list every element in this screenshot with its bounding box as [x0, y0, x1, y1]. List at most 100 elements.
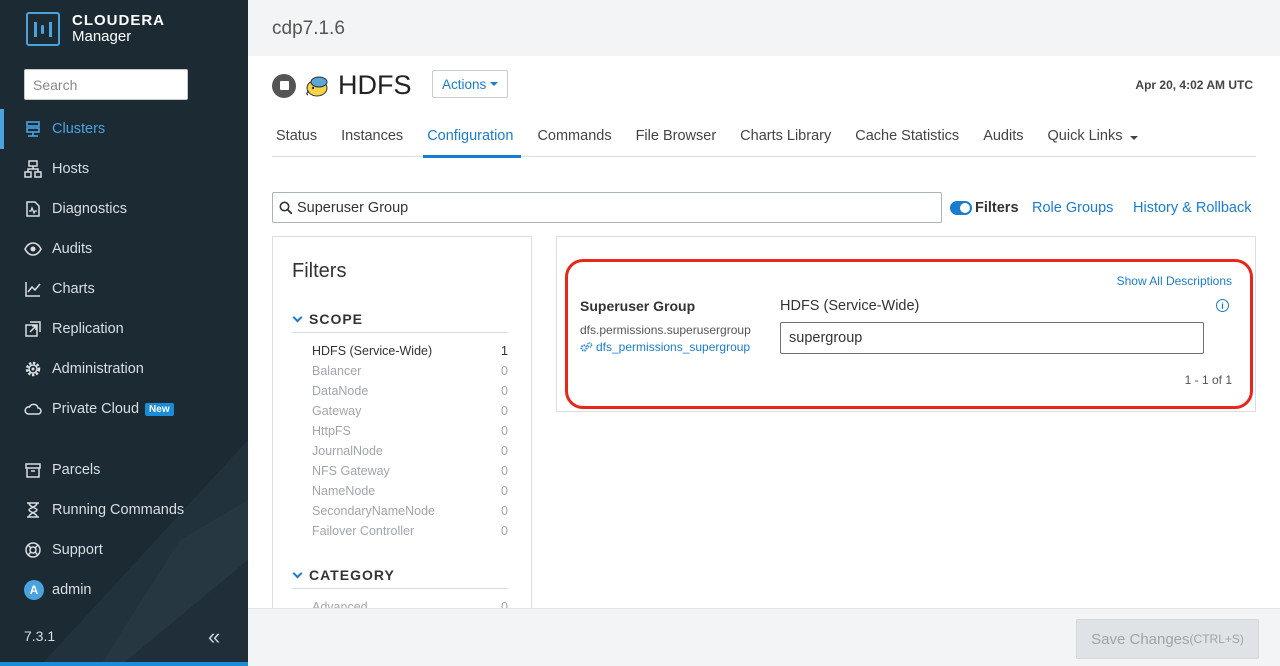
sidebar-accent-bar	[0, 662, 248, 666]
actions-dropdown-button[interactable]: Actions	[432, 70, 509, 98]
filter-label: Balancer	[312, 364, 362, 378]
sidebar-item-admin-user[interactable]: A admin	[0, 570, 248, 610]
filter-row-failover-controller[interactable]: Failover Controller 0	[312, 524, 508, 538]
filter-label: HttpFS	[312, 424, 351, 438]
info-icon[interactable]: i	[1216, 299, 1229, 312]
sidebar-item-support[interactable]: Support	[0, 530, 248, 570]
cluster-header: cdp7.1.6	[248, 0, 1280, 56]
tab-audits[interactable]: Audits	[979, 120, 1035, 157]
service-tabs: Status Instances Configuration Commands …	[272, 120, 1256, 158]
filter-label: Failover Controller	[312, 524, 415, 538]
tab-instances[interactable]: Instances	[337, 120, 415, 157]
filter-row-httpfs[interactable]: HttpFS 0	[312, 424, 508, 438]
config-search-input[interactable]	[297, 199, 917, 216]
property-name: Superuser Group	[580, 298, 696, 314]
filters-toggle[interactable]	[950, 201, 972, 215]
tab-status[interactable]: Status	[272, 120, 329, 157]
sidebar-item-running-commands[interactable]: Running Commands	[0, 490, 248, 530]
filter-row-gateway[interactable]: Gateway 0	[312, 404, 508, 418]
avatar: A	[24, 580, 44, 600]
tab-commands[interactable]: Commands	[533, 120, 623, 157]
sidebar: CLOUDERA Manager Clusters Hosts Diagnost…	[0, 0, 248, 666]
sidebar-item-diagnostics[interactable]: Diagnostics	[0, 189, 248, 229]
superuser-group-value-input[interactable]	[780, 322, 1204, 354]
filter-row-nfs-gateway[interactable]: NFS Gateway 0	[312, 464, 508, 478]
role-groups-link[interactable]: Role Groups	[1032, 200, 1113, 216]
filter-label: Gateway	[312, 404, 362, 418]
save-shortcut-hint: (CTRL+S)	[1189, 632, 1244, 646]
service-name: HDFS	[338, 70, 412, 100]
filters-toggle-label[interactable]: Filters	[975, 200, 1019, 216]
property-api-link[interactable]: dfs_permissions_supergroup	[580, 340, 750, 354]
tab-charts-library[interactable]: Charts Library	[736, 120, 843, 157]
filter-label: HDFS (Service-Wide)	[312, 344, 433, 358]
tab-cache-statistics[interactable]: Cache Statistics	[851, 120, 971, 157]
filter-count: 0	[501, 484, 508, 498]
filter-count: 0	[501, 424, 508, 438]
sidebar-item-label: Support	[52, 542, 103, 558]
sidebar-item-audits[interactable]: Audits	[0, 229, 248, 269]
sidebar-item-clusters[interactable]: Clusters	[0, 109, 248, 149]
filter-label: NFS Gateway	[312, 464, 390, 478]
sidebar-item-label: Charts	[52, 281, 95, 297]
support-icon	[24, 541, 42, 559]
save-changes-button[interactable]: Save Changes (CTRL+S)	[1076, 619, 1259, 659]
show-all-descriptions-link[interactable]: Show All Descriptions	[1117, 274, 1232, 288]
collapse-sidebar-icon[interactable]: «	[208, 624, 220, 650]
sidebar-item-charts[interactable]: Charts	[0, 269, 248, 309]
filters-panel: Filters SCOPE HDFS (Service-Wide) 1 Balan…	[272, 236, 532, 616]
filter-row-namenode[interactable]: NameNode 0	[312, 484, 508, 498]
sidebar-item-private-cloud[interactable]: Private Cloud New	[0, 389, 248, 429]
logo-title: CLOUDERA	[72, 12, 165, 29]
filter-count: 0	[501, 464, 508, 478]
version-label: 7.3.1	[24, 628, 56, 644]
service-status-stop-icon[interactable]	[272, 73, 296, 98]
main-content: HDFS Actions Apr 20, 4:02 AM UTC Status …	[248, 56, 1280, 616]
eye-icon	[24, 240, 42, 258]
tab-file-browser[interactable]: File Browser	[632, 120, 729, 157]
clusters-icon	[24, 120, 42, 138]
replication-icon	[24, 320, 42, 338]
filter-row-datanode[interactable]: DataNode 0	[312, 384, 508, 398]
filter-row-balancer[interactable]: Balancer 0	[312, 364, 508, 378]
history-rollback-link[interactable]: History & Rollback	[1133, 200, 1251, 216]
sidebar-item-label: Diagnostics	[52, 201, 127, 217]
filter-count: 0	[501, 384, 508, 398]
config-search[interactable]	[272, 192, 942, 223]
sidebar-item-replication[interactable]: Replication	[0, 309, 248, 349]
sidebar-item-label: Parcels	[52, 462, 101, 478]
sidebar-item-administration[interactable]: Administration	[0, 349, 248, 389]
filter-count: 0	[501, 444, 508, 458]
property-api-link-label: dfs_permissions_supergroup	[596, 340, 751, 354]
cluster-name[interactable]: cdp7.1.6	[272, 18, 345, 40]
filter-count: 0	[501, 524, 508, 538]
actions-label: Actions	[442, 76, 487, 92]
filters-title: Filters	[292, 260, 347, 282]
filter-label: NameNode	[312, 484, 376, 498]
sidebar-item-label: Audits	[52, 241, 93, 257]
sidebar-search-input[interactable]	[24, 69, 188, 100]
scope-title: SCOPE	[309, 311, 364, 327]
filter-label: SecondaryNameNode	[312, 504, 435, 518]
chart-icon	[24, 280, 42, 298]
tab-quick-links[interactable]: Quick Links	[1044, 120, 1151, 157]
sidebar-item-label: Clusters	[52, 121, 106, 137]
chevron-down-icon	[490, 82, 499, 86]
filter-row-hdfs-service-wide[interactable]: HDFS (Service-Wide) 1	[312, 344, 508, 358]
tab-configuration[interactable]: Configuration	[423, 120, 525, 158]
sidebar-item-parcels[interactable]: Parcels	[0, 450, 248, 490]
filter-row-journalnode[interactable]: JournalNode 0	[312, 444, 508, 458]
filter-count: 0	[501, 404, 508, 418]
logo-subtitle: Manager	[72, 28, 132, 45]
sidebar-item-hosts[interactable]: Hosts	[0, 149, 248, 189]
sidebar-item-label: Hosts	[52, 161, 90, 177]
cloudera-logo[interactable]: CLOUDERA Manager	[26, 12, 165, 46]
gear-icon	[24, 360, 42, 378]
category-section-header[interactable]: CATEGORY	[292, 567, 508, 589]
cloud-icon	[24, 400, 42, 418]
filter-row-secondarynamenode[interactable]: SecondaryNameNode 0	[312, 504, 508, 518]
filter-count: 0	[501, 364, 508, 378]
filter-label: DataNode	[312, 384, 369, 398]
timestamp: Apr 20, 4:02 AM UTC	[1135, 78, 1253, 92]
scope-section-header[interactable]: SCOPE	[292, 311, 508, 333]
